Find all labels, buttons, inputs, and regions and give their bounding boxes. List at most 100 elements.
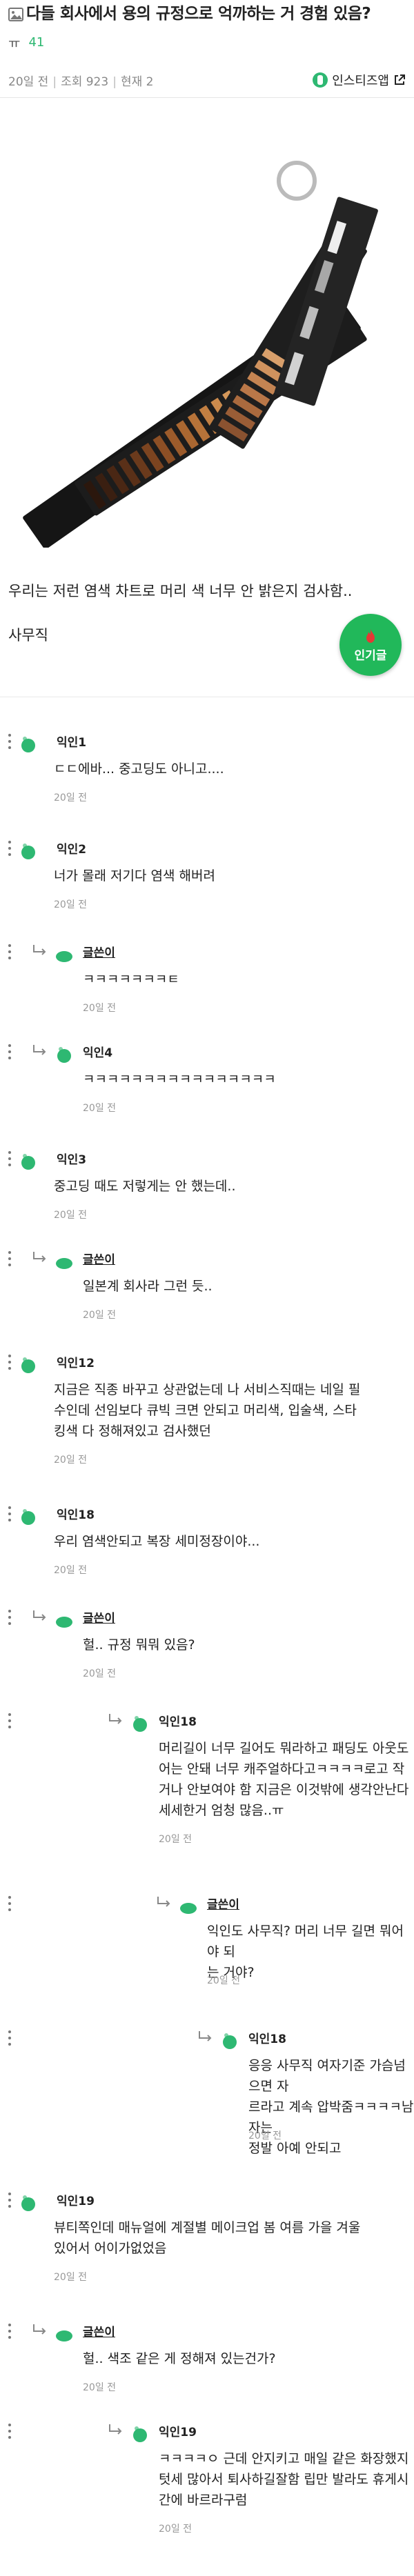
more-options-icon[interactable] <box>8 2424 12 2439</box>
comment-text: 일본계 회사라 그런 듯.. <box>83 1276 213 1297</box>
post-body-line-1: 우리는 저런 염색 차트로 머리 색 너무 안 밝은지 검사함.. <box>8 583 353 599</box>
reply-arrow-icon <box>33 2324 46 2335</box>
avatar-icon <box>21 737 35 752</box>
post-header: 다들 회사에서 용의 규정으로 억까하는 거 경험 있음? ㅠ 41 20일 전… <box>0 0 414 90</box>
fire-icon <box>366 628 375 643</box>
avatar-icon <box>133 1716 147 1732</box>
comment-author[interactable]: 익인19 <box>159 2422 197 2439</box>
comment-item: 글쓴이 익인도 사무직? 머리 너무 길면 뭐어야 되는 거야? 20일 전 <box>0 1893 414 1990</box>
comment-text: ㄷㄷ에바... 중고딩도 아니고.... <box>54 759 224 779</box>
avatar-icon <box>21 2195 35 2211</box>
post-views: 조회 923 <box>61 74 109 89</box>
comment-author[interactable]: 익인19 <box>57 2191 95 2208</box>
comment-text-line: 세세한거 엄청 많음..ㅠ <box>159 1803 284 1818</box>
comment-time: 20일 전 <box>54 792 88 803</box>
comment-text: 헐.. 규정 뭐뭐 있음? <box>83 1635 195 1655</box>
more-options-icon[interactable] <box>8 2193 12 2208</box>
comment-time: 20일 전 <box>83 1310 117 1321</box>
avatar-icon <box>56 951 72 962</box>
comment-author[interactable]: 익인12 <box>57 1353 95 1370</box>
comment-time: 20일 전 <box>207 1975 241 1986</box>
more-options-icon[interactable] <box>8 2030 12 2046</box>
comment-text-line: 중고딩 때도 저렇게는 안 했는데.. <box>54 1179 236 1194</box>
comment-text-line: 어는 안돼 너무 캐주얼하다고ㅋㅋㅋㅋ로고 작 <box>159 1761 405 1777</box>
image-icon <box>8 8 23 21</box>
comment-author[interactable]: 글쓴이 <box>83 1608 115 1626</box>
comment-author[interactable]: 익인18 <box>248 2029 286 2046</box>
author-name[interactable]: ㅠ <box>8 33 20 52</box>
meta-row: 20일 전 | 조회 923 | 현재 2 인스티즈앱 <box>8 70 406 90</box>
reply-arrow-icon <box>157 1897 170 1907</box>
comment-text-line: 우리 염색안되고 복장 세미정장이야... <box>54 1534 260 1549</box>
comment-item: 익인19 뷰티쪽인데 매뉴얼에 계절별 메이크업 봄 여름 가을 겨울있어서 어이… <box>0 2190 414 2286</box>
comment-item: 익인4 ㅋㅋㅋㅋㅋㅋㅋㅋㅋㅋㅋㅋㅋㅋㅋㅋ 20일 전 <box>0 1041 414 1138</box>
reply-arrow-icon <box>33 1252 46 1262</box>
comment-author[interactable]: 글쓴이 <box>83 2322 115 2339</box>
comment-author[interactable]: 익인18 <box>159 1712 197 1729</box>
more-options-icon[interactable] <box>8 1251 12 1266</box>
more-options-icon[interactable] <box>8 1713 12 1728</box>
title-row: 다들 회사에서 용의 규정으로 억까하는 거 경험 있음? <box>8 3 406 25</box>
post-viewers: 현재 2 <box>120 74 154 89</box>
comment-text-line: 킹색 다 정해져있고 검사했던 <box>54 1424 211 1439</box>
comment-text-line: 헐.. 규정 뭐뭐 있음? <box>83 1637 195 1653</box>
more-options-icon[interactable] <box>8 841 12 856</box>
avatar-icon <box>180 1903 197 1914</box>
comment-text: 헐.. 색조 같은 게 정해져 있는건가? <box>83 2348 276 2369</box>
comment-author[interactable]: 글쓴이 <box>83 1250 115 1267</box>
comment-text-line: 뷰티쪽인데 매뉴얼에 계절별 메이크업 봄 여름 가을 겨울 <box>54 2220 361 2235</box>
comment-author[interactable]: 익인3 <box>57 1150 86 1167</box>
comment-author[interactable]: 익인18 <box>57 1505 95 1522</box>
comment-author[interactable]: 익인2 <box>57 839 86 857</box>
comment-item: 글쓴이헐.. 규정 뭐뭐 있음? 20일 전 <box>0 1607 414 1704</box>
avatar-icon <box>57 1047 71 1063</box>
comment-author[interactable]: 글쓴이 <box>207 1895 239 1912</box>
instiz-app-link[interactable]: 인스티즈앱 <box>313 71 406 89</box>
popular-label: 인기글 <box>354 648 387 663</box>
more-options-icon[interactable] <box>8 1151 12 1166</box>
comment-time: 20일 전 <box>54 2272 88 2283</box>
comment-item: 익인3 중고딩 때도 저렇게는 안 했는데.. 20일 전 <box>0 1148 414 1245</box>
post-page: 다들 회사에서 용의 규정으로 억까하는 거 경험 있음? ㅠ 41 20일 전… <box>0 0 414 2576</box>
more-options-icon[interactable] <box>8 944 12 959</box>
comment-text-line: 일본계 회사라 그런 듯.. <box>83 1279 213 1294</box>
avatar-icon <box>21 1357 35 1373</box>
comment-author[interactable]: 익인1 <box>57 732 86 750</box>
comment-author[interactable]: 익인4 <box>83 1043 112 1060</box>
comment-item: 익인1 ㄷㄷ에바... 중고딩도 아니고.... 20일 전 <box>0 731 414 828</box>
reply-arrow-icon <box>33 1045 46 1055</box>
popular-posts-button[interactable]: 인기글 <box>339 614 402 676</box>
external-link-icon <box>395 74 405 85</box>
more-options-icon[interactable] <box>8 734 12 749</box>
comment-time: 20일 전 <box>54 1565 88 1576</box>
comment-text: ㅋㅋㅋㅋㅋㅋㅋㅌ <box>83 969 179 990</box>
avatar-icon <box>223 2033 237 2049</box>
more-options-icon[interactable] <box>8 2324 12 2339</box>
reply-arrow-icon <box>109 2424 122 2435</box>
comment-text: 뷰티쪽인데 매뉴얼에 계절별 메이크업 봄 여름 가을 겨울있어서 어이가없었음 <box>54 2217 360 2259</box>
more-options-icon[interactable] <box>8 1355 12 1370</box>
avatar-icon <box>21 1509 35 1525</box>
comment-time: 20일 전 <box>83 1668 117 1679</box>
post-meta: 20일 전 | 조회 923 | 현재 2 <box>8 74 154 89</box>
comment-item: 익인12 지금은 직종 바꾸고 상관없는데 나 서비스직때는 네일 필 수인데 선임… <box>0 1352 414 1466</box>
more-options-icon[interactable] <box>8 1896 12 1911</box>
more-options-icon[interactable] <box>8 1610 12 1625</box>
comment-text: 머리길이 너무 길어도 뭐라하고 패딩도 아웃도 어는 안돼 너무 캐주얼하다고ㅋ… <box>159 1738 408 1821</box>
comment-text-line: 헐.. 색조 같은 게 정해져 있는건가? <box>83 2351 276 2366</box>
comment-item: 글쓴이일본계 회사라 그런 듯.. 20일 전 <box>0 1248 414 1345</box>
comment-text-line: 거나 안보여야 함 지금은 이것밖에 생각안난다 <box>159 1782 409 1797</box>
reply-arrow-icon <box>33 1610 46 1621</box>
comment-author[interactable]: 글쓴이 <box>83 943 115 960</box>
reply-arrow-icon <box>109 1714 122 1724</box>
more-options-icon[interactable] <box>8 1044 12 1059</box>
comment-text: 지금은 직종 바꾸고 상관없는데 나 서비스직때는 네일 필 수인데 선임보다 큐… <box>54 1379 360 1441</box>
comment-time: 20일 전 <box>159 2524 193 2535</box>
comment-text-line: 텃세 많아서 퇴사하길잘함 립만 발라도 휴게시 <box>159 2472 409 2487</box>
comment-item: 익인19 ㅋㅋㅋㅋㅇ 근데 안지키고 매일 같은 화장했지 텃세 많아서 퇴사하길잘… <box>0 2421 414 2535</box>
post-time: 20일 전 <box>8 74 49 89</box>
comment-time: 20일 전 <box>54 1455 88 1466</box>
comment-text-line: 있어서 어이가없었음 <box>54 2241 167 2256</box>
more-options-icon[interactable] <box>8 1506 12 1521</box>
comment-item: 익인18 우리 염색안되고 복장 세미정장이야... 20일 전 <box>0 1504 414 1600</box>
